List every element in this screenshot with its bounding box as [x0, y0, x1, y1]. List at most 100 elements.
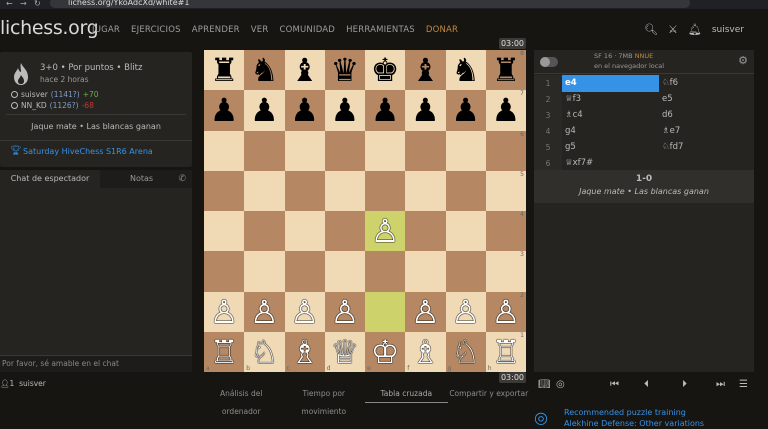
white-pawn-piece[interactable]: ♙ [492, 296, 521, 328]
move-black[interactable]: e5 [659, 91, 754, 108]
spectator-name[interactable]: suisver [19, 379, 46, 388]
tab-computer-analysis[interactable]: Análisis del ordenador [200, 385, 283, 416]
square-f1[interactable]: ♗ f [405, 331, 446, 372]
square-d6[interactable] [324, 130, 365, 171]
square-f7[interactable]: ♟ [405, 90, 446, 131]
engine-toggle[interactable] [540, 57, 558, 67]
nav-jugar[interactable]: JUGAR [92, 25, 120, 35]
square-d4[interactable] [324, 211, 365, 252]
white-pawn-piece[interactable]: ♙ [411, 296, 440, 328]
square-h6[interactable]: 6 [485, 130, 526, 171]
search-icon[interactable]: 🔍︎ [644, 23, 658, 36]
square-d7[interactable]: ♟ [324, 90, 365, 131]
square-f5[interactable] [405, 170, 446, 211]
black-rook-piece[interactable]: ♜ [492, 54, 521, 86]
black-pawn-piece[interactable]: ♟ [331, 94, 360, 126]
phone-icon[interactable]: ✆ [178, 170, 186, 188]
first-move-icon[interactable]: ⏮ [610, 379, 619, 390]
square-c7[interactable]: ♟ [284, 90, 325, 131]
square-a1[interactable]: ♖ a [204, 331, 245, 372]
white-bishop-piece[interactable]: ♗ [290, 336, 319, 368]
white-rook-piece[interactable]: ♖ [210, 336, 239, 368]
tab-crosstable[interactable]: Tabla cruzada [365, 385, 448, 403]
square-f2[interactable]: ♙ [405, 291, 446, 332]
white-pawn-piece[interactable]: ♙ [250, 296, 279, 328]
black-pawn-piece[interactable]: ♟ [250, 94, 279, 126]
black-queen-piece[interactable]: ♛ [331, 54, 360, 86]
black-pawn-piece[interactable]: ♟ [411, 94, 440, 126]
black-rook-piece[interactable]: ♜ [210, 54, 239, 86]
square-e5[interactable] [365, 170, 406, 211]
square-c3[interactable] [284, 251, 325, 292]
square-a5[interactable] [204, 170, 245, 211]
square-e1[interactable]: ♔ e [365, 331, 406, 372]
move-white[interactable]: ♕f3 [562, 91, 659, 108]
square-h1[interactable]: ♖ 1 h [485, 331, 526, 372]
square-e3[interactable] [365, 251, 406, 292]
square-e2[interactable] [365, 291, 406, 332]
nav-ver[interactable]: VER [251, 25, 269, 35]
square-e8[interactable]: ♚ [365, 50, 406, 91]
book-icon[interactable]: 📖︎ [538, 379, 551, 390]
square-g1[interactable]: ♘ g [445, 331, 486, 372]
square-b5[interactable] [244, 170, 285, 211]
square-a2[interactable]: ♙ [204, 291, 245, 332]
white-pawn-piece[interactable]: ♙ [210, 296, 239, 328]
player-black[interactable]: NN_KD (1126?) -68 [11, 101, 94, 110]
square-e6[interactable] [365, 130, 406, 171]
move-white[interactable]: g5 [562, 139, 659, 156]
square-c5[interactable] [284, 170, 325, 211]
black-pawn-piece[interactable]: ♟ [371, 94, 400, 126]
square-b1[interactable]: ♘ b [244, 331, 285, 372]
white-pawn-piece[interactable]: ♙ [290, 296, 319, 328]
square-g5[interactable] [445, 170, 486, 211]
tournament-link[interactable]: Saturday HiveChess S1R6 Arena [23, 147, 153, 156]
puzzle-title[interactable]: Recommended puzzle training [564, 408, 686, 417]
square-c4[interactable] [284, 211, 325, 252]
move-black[interactable]: ♗e7 [659, 123, 754, 140]
move-black[interactable]: d6 [659, 107, 754, 124]
square-f8[interactable]: ♝ [405, 50, 446, 91]
black-pawn-piece[interactable]: ♟ [492, 94, 521, 126]
square-a4[interactable] [204, 211, 245, 252]
bell-icon[interactable]: 🔔︎ [688, 23, 702, 36]
player-black-name[interactable]: NN_KD [21, 101, 47, 110]
nav-donar[interactable]: DONAR [426, 25, 458, 35]
menu-icon[interactable]: ☰ [739, 379, 748, 390]
challenge-icon[interactable]: ⚔ [668, 23, 678, 36]
square-b3[interactable] [244, 251, 285, 292]
move-white[interactable]: e4 [562, 75, 659, 92]
square-g3[interactable] [445, 251, 486, 292]
black-knight-piece[interactable]: ♞ [451, 54, 480, 86]
black-pawn-piece[interactable]: ♟ [210, 94, 239, 126]
square-b2[interactable]: ♙ [244, 291, 285, 332]
back-icon[interactable]: ← [6, 0, 13, 8]
square-h5[interactable]: 5 [485, 170, 526, 211]
chess-board[interactable]: ♜ ♞ ♝ ♛ ♚ ♝ ♞ ♜ 8 ♟ ♟ ♟ ♟ ♟ ♟ ♟ ♟ 7 6 5 ♙ 4 3 ♙ ♙ ♙ ♙ ♙ ♙ ♙ 2 ♖ a ♘ b ♗ c ♕ d ♔… [204, 50, 526, 372]
white-pawn-piece[interactable]: ♙ [451, 296, 480, 328]
white-king-piece[interactable]: ♔ [371, 336, 400, 368]
square-h2[interactable]: ♙ 2 [485, 291, 526, 332]
tab-move-times[interactable]: Tiempo por movimiento [283, 385, 366, 416]
square-c6[interactable] [284, 130, 325, 171]
square-g7[interactable]: ♟ [445, 90, 486, 131]
black-bishop-piece[interactable]: ♝ [290, 54, 319, 86]
tab-share-export[interactable]: Compartir y exportar [448, 385, 531, 403]
player-white[interactable]: suisver (1141?) +70 [11, 90, 99, 99]
nav-herramientas[interactable]: HERRAMIENTAS [346, 25, 415, 35]
black-pawn-piece[interactable]: ♟ [451, 94, 480, 126]
square-h3[interactable]: 3 [485, 251, 526, 292]
reload-icon[interactable]: ↻ [34, 0, 41, 8]
white-pawn-piece[interactable]: ♙ [331, 296, 360, 328]
move-black[interactable]: ♘f6 [659, 75, 754, 92]
square-c8[interactable]: ♝ [284, 50, 325, 91]
white-bishop-piece[interactable]: ♗ [411, 336, 440, 368]
gear-icon[interactable]: ⚙ [738, 54, 748, 67]
square-c2[interactable]: ♙ [284, 291, 325, 332]
target-icon[interactable]: ◎ [556, 379, 565, 390]
user-menu[interactable]: suisver [712, 25, 744, 35]
square-d8[interactable]: ♛ [324, 50, 365, 91]
white-queen-piece[interactable]: ♕ [331, 336, 360, 368]
square-a6[interactable] [204, 130, 245, 171]
black-king-piece[interactable]: ♚ [371, 54, 400, 86]
